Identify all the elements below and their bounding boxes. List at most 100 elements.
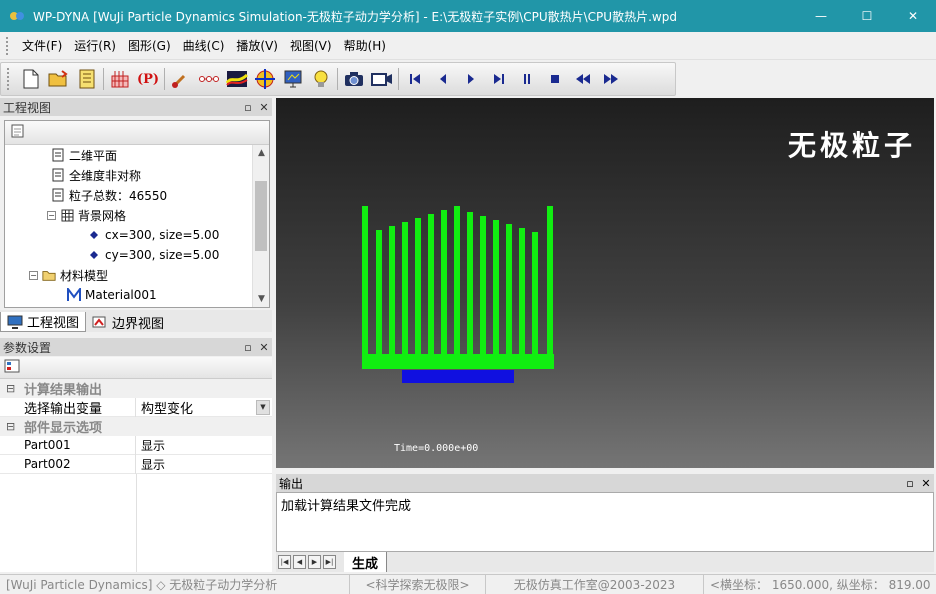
material-icon [67,288,81,302]
menu-view[interactable]: 视图(V) [284,37,338,54]
prev-tab-icon[interactable]: ◀ [293,555,306,569]
params-panel-title: 参数设置 [3,340,52,355]
tab-boundary-view[interactable]: 边界视图 [86,312,170,332]
heatsink-fin [493,220,499,354]
property-name: Part002 [0,454,136,474]
property-row-part001[interactable]: Part001 显示 [0,435,272,455]
tab-project-view[interactable]: 工程视图 [0,312,87,332]
status-slogan: <科学探索无极限> [350,574,486,594]
property-name: Part001 [0,435,136,455]
play-icon[interactable] [457,66,485,92]
property-value[interactable]: 显示 [136,436,272,455]
document-icon [51,168,65,182]
document-icon [51,188,65,202]
open-folder-icon[interactable] [45,66,73,92]
category-part-display[interactable]: ⊟ 部件显示选项 [0,417,272,436]
curve-icon[interactable] [195,66,223,92]
property-row-part002[interactable]: Part002 显示 [0,454,272,474]
heatsink-fin [402,222,408,354]
menu-graphics[interactable]: 图形(G) [122,37,177,54]
tree-rows: 二维平面 全维度非对称 粒子总数：46550 − 背景网格 cx=300, si… [5,145,253,307]
menu-play[interactable]: 播放(V) [230,37,284,54]
diamond-icon [87,248,101,262]
tree-item-cy[interactable]: cy=300, size=5.00 [87,245,219,265]
toolbar-separator [164,68,165,90]
first-frame-icon[interactable] [401,66,429,92]
fast-forward-icon[interactable] [597,66,625,92]
toolbar-grip [7,68,11,90]
category-sort-icon[interactable] [4,359,20,376]
pin-icon[interactable]: ▫ [902,477,918,490]
close-button[interactable]: ✕ [890,0,936,32]
menu-file[interactable]: 文件(F) [16,37,68,54]
collapse-icon[interactable]: ⊟ [6,382,18,395]
toolbar-separator [398,68,399,90]
heatsink-fin [532,232,538,354]
monitor-icon[interactable] [279,66,307,92]
properties-icon[interactable] [10,123,26,142]
tree-item-symmetry[interactable]: 全维度非对称 [51,165,141,185]
collapse-icon[interactable]: ⊟ [6,420,18,433]
contour-icon[interactable] [223,66,251,92]
tree-item-cx[interactable]: cx=300, size=5.00 [87,225,219,245]
simulation-viewport[interactable]: 无极粒子 Time=0.000e+00 [276,98,934,468]
output-log: 加载计算结果文件完成 [276,492,934,552]
property-grid: ⊟ 计算结果输出 选择输出变量 构型变化 ▼ ⊟ 部件显示选项 Part001 … [0,379,272,572]
heatsink-fins [362,206,553,354]
target-icon[interactable] [251,66,279,92]
tree-scrollbar[interactable]: ▲ ▼ [252,145,269,307]
panel-close-icon[interactable]: ✕ [918,477,934,490]
rewind-icon[interactable] [569,66,597,92]
tree-item-materials[interactable]: − 材料模型 [29,265,108,285]
camera-icon[interactable] [340,66,368,92]
menu-curve[interactable]: 曲线(C) [177,37,231,54]
scroll-thumb[interactable] [255,181,267,251]
new-file-icon[interactable] [17,66,45,92]
first-tab-icon[interactable]: |◀ [278,555,291,569]
tree-item-plane[interactable]: 二维平面 [51,145,117,165]
maximize-button[interactable]: ☐ [844,0,890,32]
tree-item-material001[interactable]: Material001 [67,285,157,305]
app-icon [10,12,24,20]
output-panel-title: 输出 [279,476,304,491]
toolbar-separator [103,68,104,90]
collapse-toggle[interactable]: − [29,270,38,280]
last-frame-icon[interactable] [485,66,513,92]
heatsink-fin [376,230,382,354]
video-camera-icon[interactable] [368,66,396,92]
scroll-up-icon[interactable]: ▲ [253,145,270,161]
collapse-toggle[interactable]: − [47,210,56,220]
pin-icon[interactable]: ▫ [240,101,256,114]
main-toolbar: (P) [0,62,676,96]
scroll-down-icon[interactable]: ▼ [253,291,270,307]
category-output[interactable]: ⊟ 计算结果输出 [0,379,272,398]
grid-icon[interactable] [106,66,134,92]
heatsink-model [362,206,554,383]
chevron-down-icon[interactable]: ▼ [256,399,270,415]
stop-icon[interactable] [541,66,569,92]
output-var-select[interactable]: 构型变化 ▼ [136,398,272,417]
last-tab-icon[interactable]: ▶| [323,555,336,569]
tree-item-background-grid[interactable]: − 背景网格 [47,205,126,225]
panel-close-icon[interactable]: ✕ [256,101,272,114]
heatsink-fin-base [362,354,554,369]
tab-build[interactable]: 生成 [344,552,388,572]
minimize-button[interactable]: — [798,0,844,32]
folder-icon [42,268,56,282]
pause-icon[interactable] [513,66,541,92]
notes-icon[interactable] [73,66,101,92]
menu-grip [6,36,10,55]
lightbulb-icon[interactable] [307,66,335,92]
param-icon[interactable]: (P) [134,66,162,92]
property-value[interactable]: 显示 [136,455,272,474]
next-tab-icon[interactable]: ▶ [308,555,321,569]
panel-close-icon[interactable]: ✕ [256,341,272,354]
menu-run[interactable]: 运行(R) [68,37,122,54]
property-row-output-var[interactable]: 选择输出变量 构型变化 ▼ [0,397,272,417]
brush-icon[interactable] [167,66,195,92]
tree-item-particle-count[interactable]: 粒子总数：46550 [51,185,167,205]
menu-help[interactable]: 帮助(H) [338,37,392,54]
pin-icon[interactable]: ▫ [240,341,256,354]
status-copyright: 无极仿真工作室@2003-2023 [486,574,704,594]
step-back-icon[interactable] [429,66,457,92]
